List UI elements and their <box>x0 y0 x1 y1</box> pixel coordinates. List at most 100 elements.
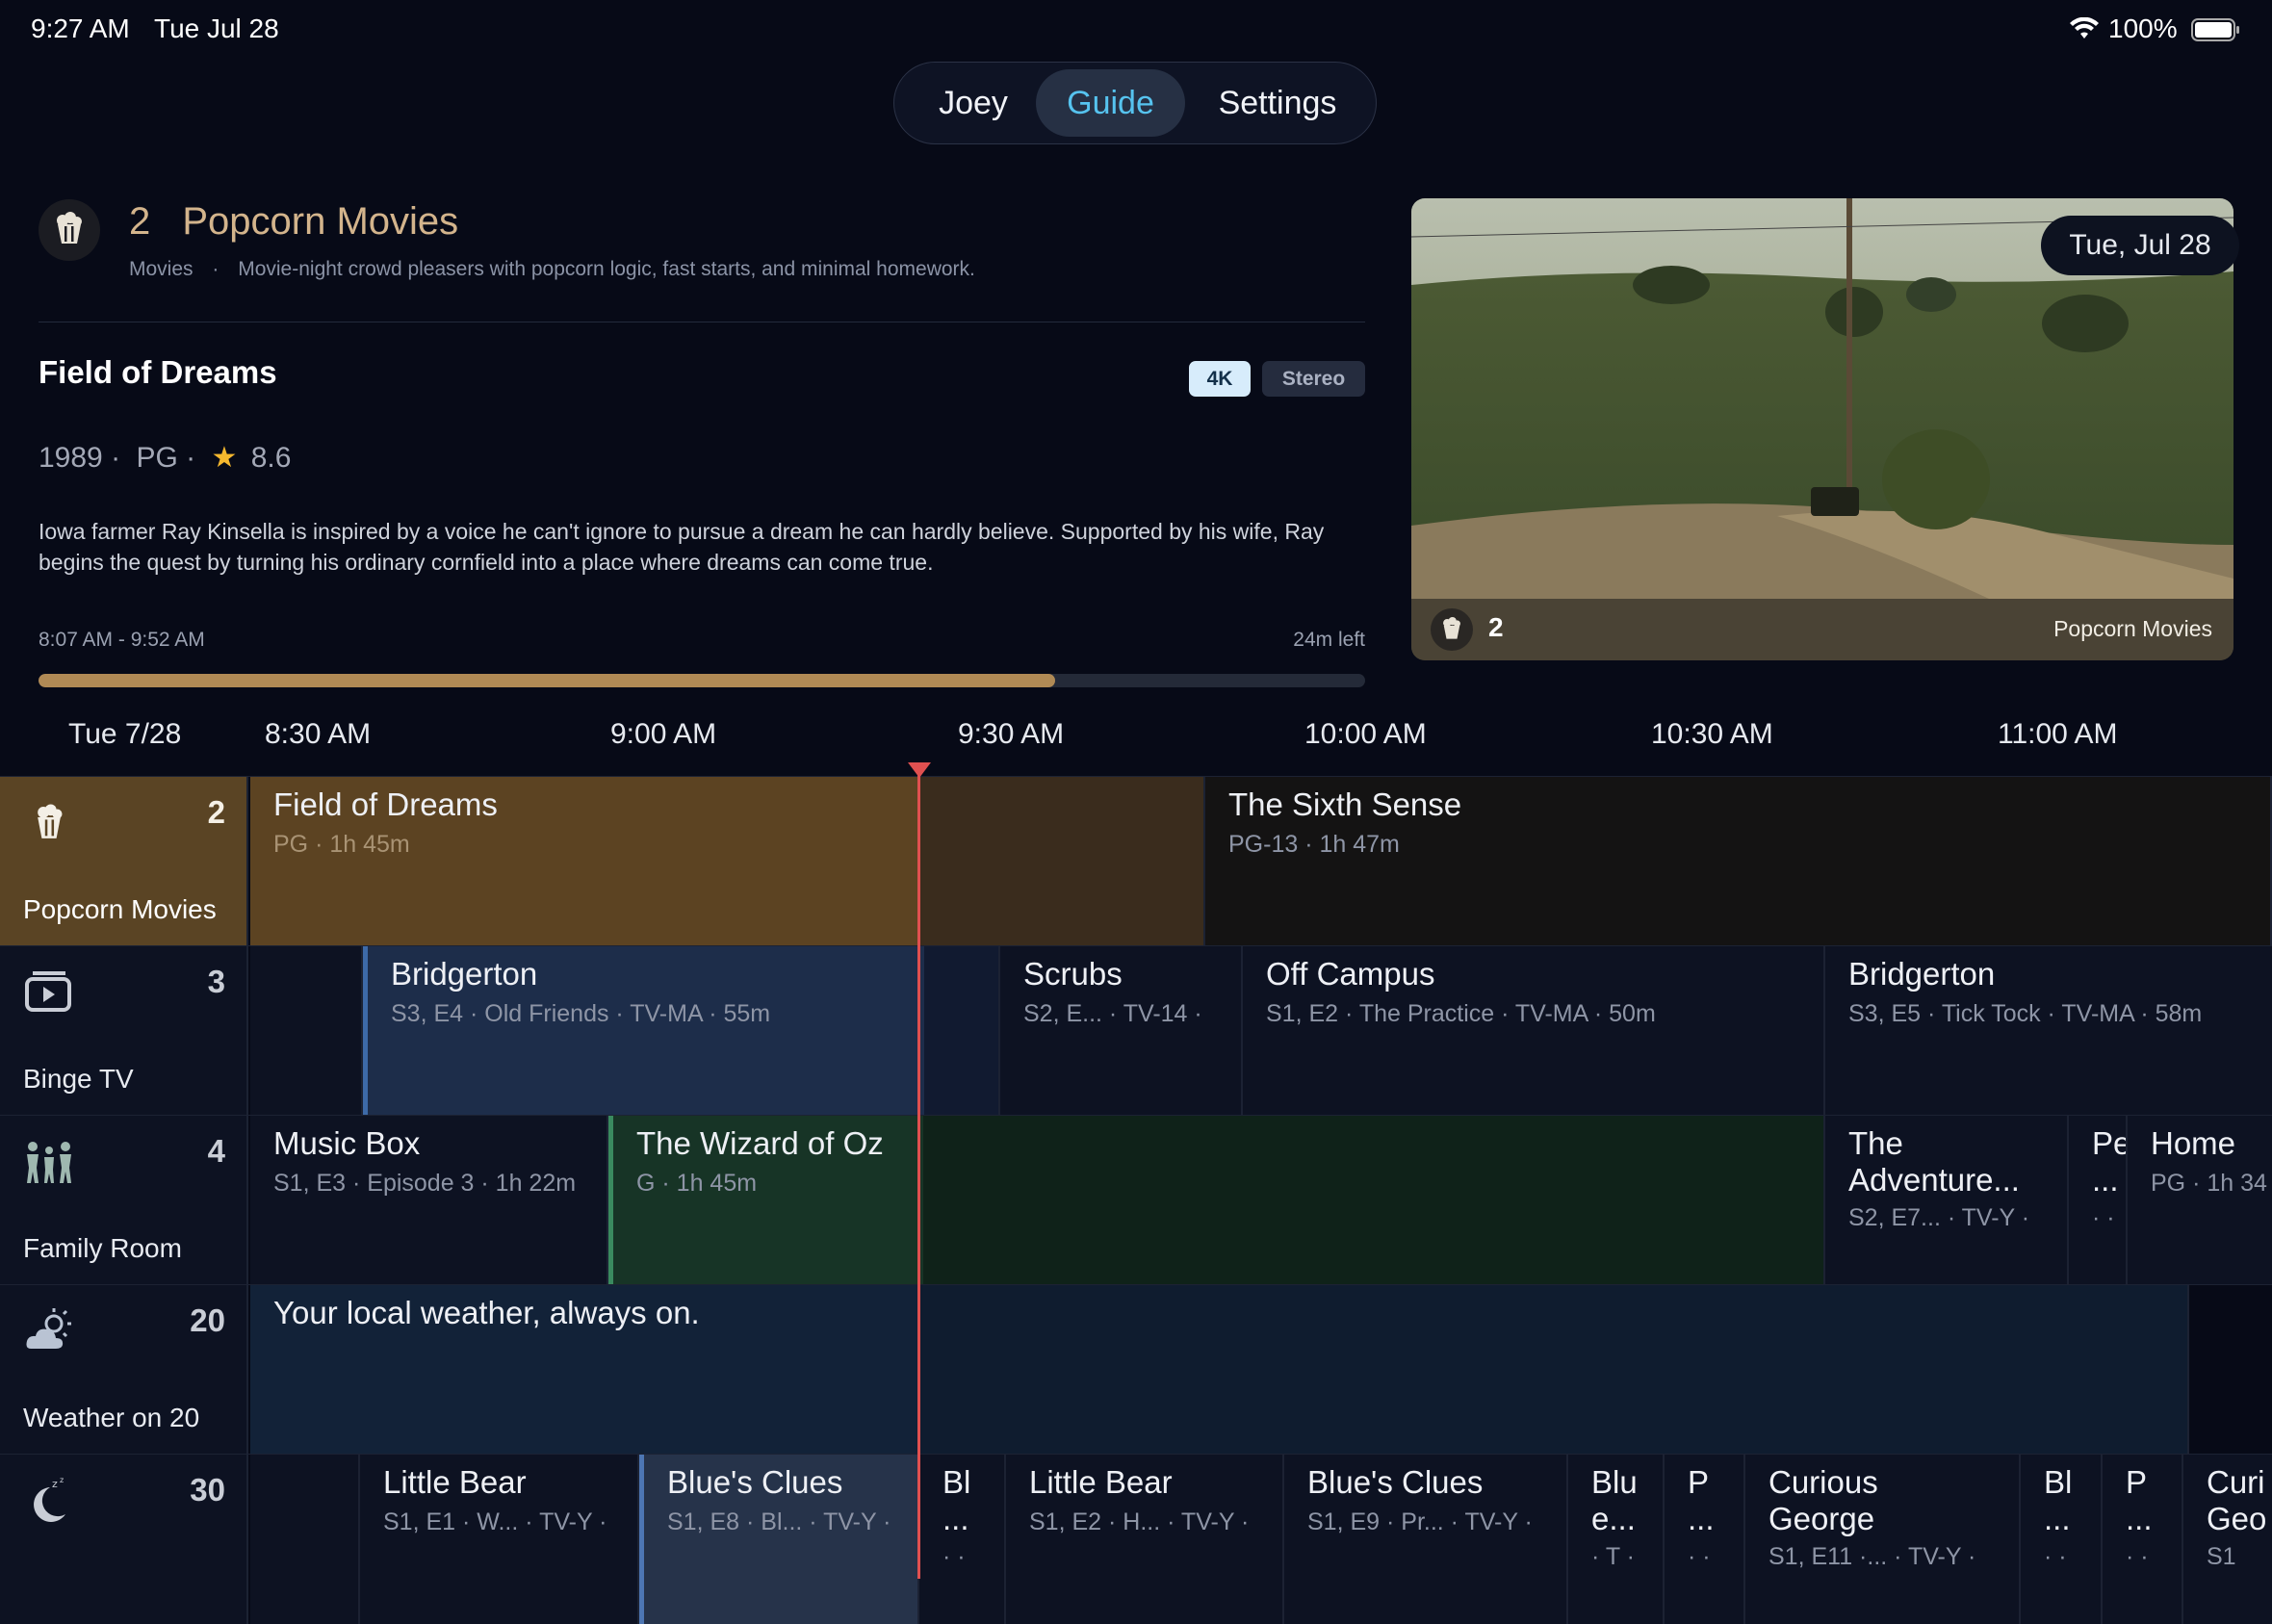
guide-row-weather: 20 Weather on 20 Your local weather, alw… <box>0 1284 2272 1455</box>
channel-cell[interactable]: zz 30 <box>0 1455 248 1624</box>
guide-row-popcorn-movies: 2 Popcorn Movies Field of Dreams PG · 1h… <box>0 776 2272 946</box>
program-title: Blue's Clues <box>1307 1464 1484 1500</box>
program-score: 8.6 <box>250 442 292 474</box>
program-cell[interactable]: Little Bear S1, E1 · W... · TV-Y · <box>360 1455 639 1624</box>
program-cell[interactable]: The Adventure... S2, E7... · TV-Y · <box>1825 1116 2069 1285</box>
program-cell[interactable] <box>250 946 363 1116</box>
program-title: The Adventure... <box>1848 1125 2020 1198</box>
guide-row-binge-tv: 3 Binge TV Bridgerton S3, E4 · Old Frien… <box>0 945 2272 1116</box>
channel-number: 20 <box>190 1302 225 1338</box>
channel-description: Movie-night crowd pleasers with popcorn … <box>238 258 975 280</box>
program-cell[interactable]: The Wizard of Oz G · 1h 45m <box>608 1116 1825 1285</box>
program-subtitle: S3, E5 · Tick Tock · TV-MA · 58m <box>1848 1000 2203 1027</box>
program-title: Pe ... <box>2092 1125 2128 1198</box>
program-subtitle: · · <box>942 1543 966 1570</box>
channel-cell[interactable]: 4 Family Room <box>0 1116 248 1285</box>
channel-logo <box>39 199 100 261</box>
program-time-range: 8:07 AM - 9:52 AM <box>39 629 205 651</box>
preview-channel-number: 2 <box>1488 612 1504 642</box>
svg-text:z: z <box>52 1478 58 1490</box>
star-icon: ★ <box>211 442 238 474</box>
program-cell[interactable]: P ... · · <box>1665 1455 1745 1624</box>
program-cell[interactable]: Curi Geo S1 <box>2183 1455 2272 1624</box>
program-title: Little Bear <box>383 1464 527 1500</box>
popcorn-icon <box>1431 608 1473 651</box>
program-cell[interactable]: Bl ... · · <box>919 1455 1006 1624</box>
program-title: Curi Geo <box>2207 1464 2267 1536</box>
program-subtitle: · · <box>1688 1543 1711 1570</box>
program-cell[interactable]: Off Campus S1, E2 · The Practice · TV-MA… <box>1243 946 1825 1116</box>
program-progress-fill <box>39 674 1055 687</box>
channel-genre: Movies <box>129 258 194 280</box>
program-cell[interactable]: Blu e... · T · <box>1568 1455 1665 1624</box>
channel-number: 3 <box>207 964 225 999</box>
channel-cell[interactable]: 2 Popcorn Movies <box>0 777 248 946</box>
separator: · <box>111 442 121 474</box>
program-cell[interactable]: Bl ... · · <box>2021 1455 2103 1624</box>
program-subtitle: · · <box>2092 1204 2115 1231</box>
program-cell[interactable]: Blue's Clues S1, E8 · Bl... · TV-Y · <box>639 1455 919 1624</box>
guide-row-30: zz 30 Little Bear S1, E1 · W... · TV-Y ·… <box>0 1454 2272 1624</box>
program-cell[interactable] <box>250 1455 360 1624</box>
program-title: Blue's Clues <box>667 1464 843 1500</box>
program-subtitle: · T · <box>1591 1543 1635 1570</box>
channel-number: 2 <box>207 794 225 830</box>
program-time-left: 24m left <box>1293 629 1365 651</box>
channel-name: Binge TV <box>23 1064 134 1094</box>
program-cell[interactable]: Music Box S1, E3 · Episode 3 · 1h 22m <box>250 1116 608 1285</box>
program-title: Bridgerton <box>1848 956 1996 992</box>
program-subtitle: PG · 1h 34 <box>2151 1170 2267 1197</box>
tab-joey[interactable]: Joey <box>901 69 1046 137</box>
channel-cell[interactable]: 3 Binge TV <box>0 946 248 1116</box>
program-title: The Sixth Sense <box>1228 786 1462 822</box>
program-subtitle: S1 <box>2207 1543 2236 1570</box>
program-title: Music Box <box>273 1125 421 1161</box>
svg-text:z: z <box>60 1476 64 1484</box>
program-cell[interactable]: The Sixth Sense PG-13 · 1h 47m <box>1205 777 2272 946</box>
separator: · <box>212 258 219 280</box>
program-subtitle: S2, E7... · TV-Y · <box>1848 1204 2030 1231</box>
moon-sleep-icon: zz <box>23 1474 75 1526</box>
channel-subtitle: Movies · Movie-night crowd pleasers with… <box>129 258 975 281</box>
program-cell[interactable]: Scrubs S2, E... · TV-14 · <box>1000 946 1243 1116</box>
battery-percent: 100% <box>2108 13 2178 43</box>
weather-icon <box>23 1304 75 1356</box>
program-subtitle: S1, E2 · H... · TV-Y · <box>1029 1508 1250 1535</box>
program-cell[interactable]: Curious George S1, E11 ·... · TV-Y · <box>1745 1455 2021 1624</box>
program-cell[interactable]: Your local weather, always on. <box>250 1285 2189 1455</box>
program-cell[interactable]: Bridgerton S3, E5 · Tick Tock · TV-MA · … <box>1825 946 2272 1116</box>
program-title: Bridgerton <box>391 956 538 992</box>
program-subtitle: S1, E9 · Pr... · TV-Y · <box>1307 1508 1533 1535</box>
preview-channel-name: Popcorn Movies <box>2053 616 2212 641</box>
badge-4k: 4K <box>1189 361 1251 397</box>
status-date: Tue Jul 28 <box>154 13 279 43</box>
guide-date: Tue 7/28 <box>68 718 182 750</box>
channel-title: 2 Popcorn Movies <box>129 200 458 244</box>
program-meta: 1989 · PG · ★ 8.6 <box>39 441 291 475</box>
status-time: 9:27 AM <box>31 13 130 43</box>
wifi-icon <box>2070 16 2099 40</box>
empty-cell <box>2189 1285 2272 1455</box>
program-cell[interactable]: Field of Dreams PG · 1h 45m <box>250 777 1205 946</box>
time-slot: 9:00 AM <box>610 718 717 750</box>
program-cell[interactable]: Little Bear S1, E2 · H... · TV-Y · <box>1006 1455 1284 1624</box>
channel-name: Family Room <box>23 1233 182 1263</box>
program-subtitle: S2, E... · TV-14 · <box>1023 1000 1202 1027</box>
program-cell[interactable]: Pe ... · · <box>2069 1116 2128 1285</box>
program-title: Bl ... <box>942 1464 971 1536</box>
time-slot: 10:30 AM <box>1651 718 1773 750</box>
tab-guide[interactable]: Guide <box>1036 69 1185 137</box>
program-subtitle: · · <box>2044 1543 2067 1570</box>
guide-grid: 2 Popcorn Movies Field of Dreams PG · 1h… <box>0 776 2272 1624</box>
program-subtitle: S1, E2 · The Practice · TV-MA · 50m <box>1266 1000 1656 1027</box>
tab-settings[interactable]: Settings <box>1190 69 1365 137</box>
program-cell[interactable]: Bridgerton S3, E4 · Old Friends · TV-MA … <box>363 946 1000 1116</box>
channel-cell[interactable]: 20 Weather on 20 <box>0 1285 248 1455</box>
program-subtitle: S1, E11 ·... · TV-Y · <box>1769 1543 1976 1570</box>
program-title: Field of Dreams <box>273 786 498 822</box>
channel-name: Popcorn Movies <box>182 200 459 243</box>
program-title: Home <box>2151 1125 2236 1161</box>
program-cell[interactable]: Home PG · 1h 34 <box>2128 1116 2272 1285</box>
program-cell[interactable]: Blue's Clues S1, E9 · Pr... · TV-Y · <box>1284 1455 1568 1624</box>
program-cell[interactable]: P ... · · <box>2103 1455 2183 1624</box>
